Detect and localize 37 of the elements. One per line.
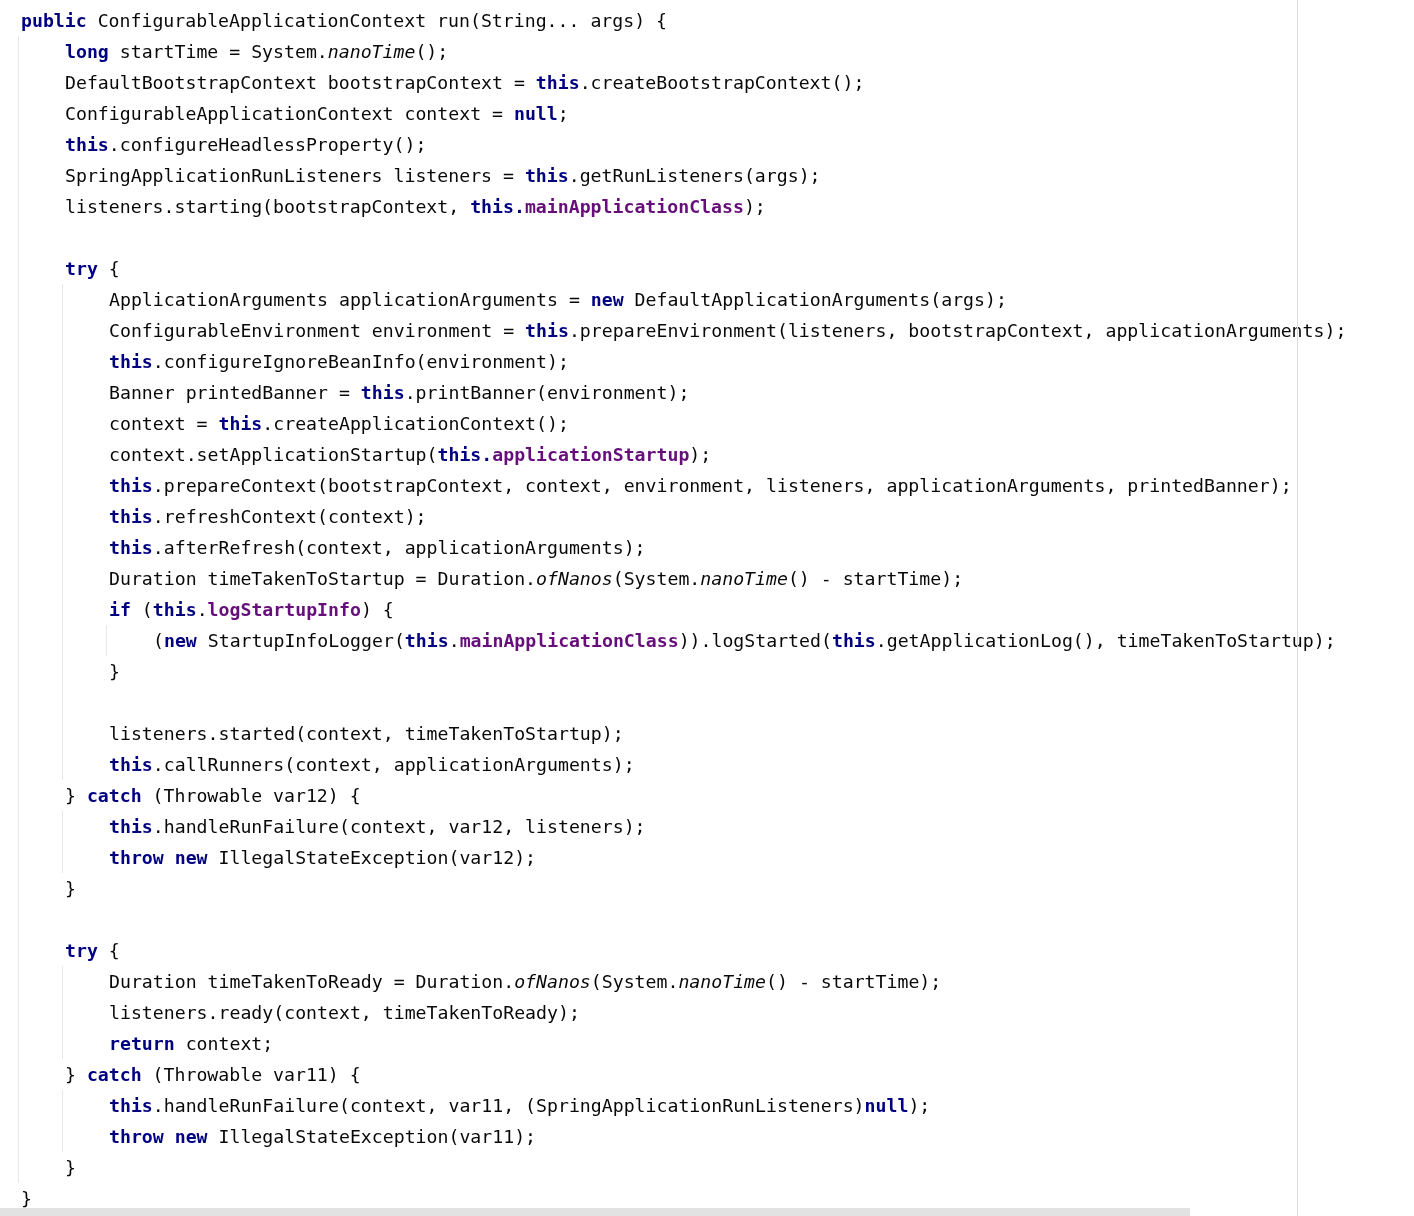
code-line: this.configureIgnoreBeanInfo(environment); [109,350,569,373]
code-line: } catch (Throwable var12) { [65,784,361,807]
code-line: ConfigurableApplicationContext context = null; [65,102,569,125]
code-line: try { [65,939,120,962]
code-line: this.refreshContext(context); [109,505,427,528]
code-line: } [109,660,120,683]
code-line: this.callRunners(context, applicationArguments); [109,753,635,776]
code-line: throw new IllegalStateException(var12); [109,846,537,869]
code-line: long startTime = System.nanoTime(); [65,40,449,63]
code-line: (new StartupInfoLogger(this.mainApplicationClass)).logStarted(this.getApplicationLog(), timeTakenToStartup); [153,629,1336,652]
code-line: Duration timeTakenToStartup = Duration.ofNanos(System.nanoTime() - startTime); [109,567,964,590]
code-line: } [65,1156,76,1179]
code-line: Duration timeTakenToReady = Duration.ofNanos(System.nanoTime() - startTime); [109,970,942,993]
code-line: context.setApplicationStartup(this.applicationStartup); [109,443,712,466]
code-line: listeners.starting(bootstrapContext, this.mainApplicationClass); [65,195,766,218]
code-line: listeners.ready(context, timeTakenToReady); [109,1001,580,1024]
code-line: return context; [109,1032,274,1055]
horizontal-scrollbar[interactable] [0,1208,1190,1216]
code-line: context = this.createApplicationContext(); [109,412,569,435]
code-line: } catch (Throwable var11) { [65,1063,361,1086]
code-line: ApplicationArguments applicationArguments = new DefaultApplicationArguments(args); [109,288,1007,311]
code-line: Banner printedBanner = this.printBanner(environment); [109,381,690,404]
code-line: } [21,1187,32,1210]
code-line: this.configureHeadlessProperty(); [65,133,427,156]
code-line: this.handleRunFailure(context, var11, (SpringApplicationRunListeners)null); [109,1094,931,1117]
code-line: } [65,877,76,900]
code-line: this.prepareContext(bootstrapContext, context, environment, listeners, applicationArguments, printedBanner); [109,474,1292,497]
code-line: DefaultBootstrapContext bootstrapContext = this.createBootstrapContext(); [65,71,865,94]
code-line: throw new IllegalStateException(var11); [109,1125,537,1148]
code-line: public ConfigurableApplicationContext run(String... args) { [21,9,668,32]
code-line: this.handleRunFailure(context, var12, listeners); [109,815,646,838]
code-line: if (this.logStartupInfo) { [109,598,394,621]
code-line: listeners.started(context, timeTakenToStartup); [109,722,624,745]
code-line: this.afterRefresh(context, applicationArguments); [109,536,646,559]
code-line: try { [65,257,120,280]
code-line: SpringApplicationRunListeners listeners = this.getRunListeners(args); [65,164,821,187]
code-line: ConfigurableEnvironment environment = this.prepareEnvironment(listeners, bootstrapContext, applicationArguments); [109,319,1347,342]
